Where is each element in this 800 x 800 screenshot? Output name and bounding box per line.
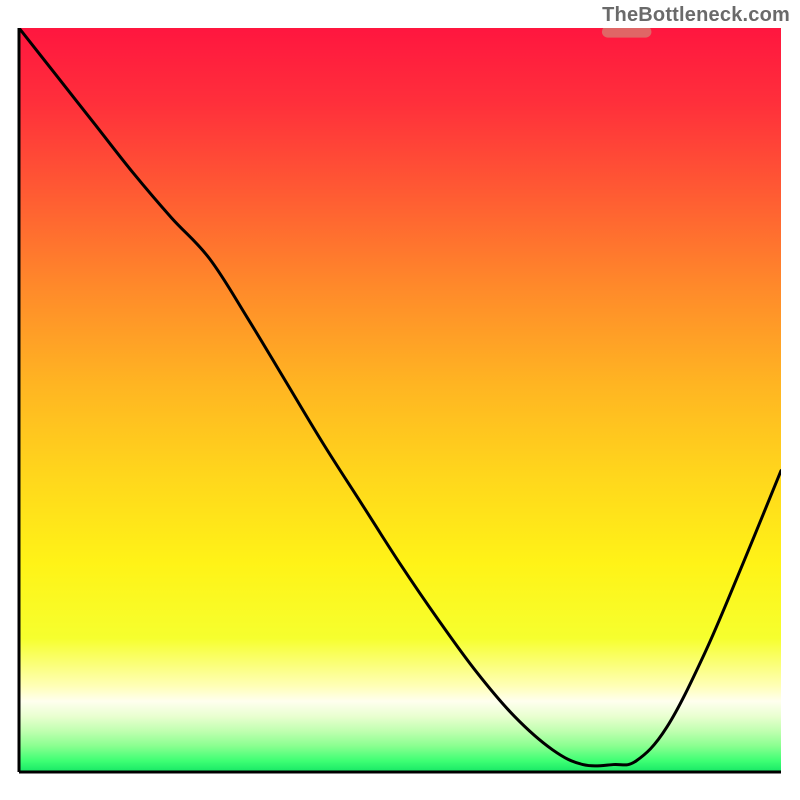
- gradient-background: [19, 28, 781, 772]
- optimal-marker: [602, 26, 652, 38]
- bottleneck-chart: [0, 0, 800, 800]
